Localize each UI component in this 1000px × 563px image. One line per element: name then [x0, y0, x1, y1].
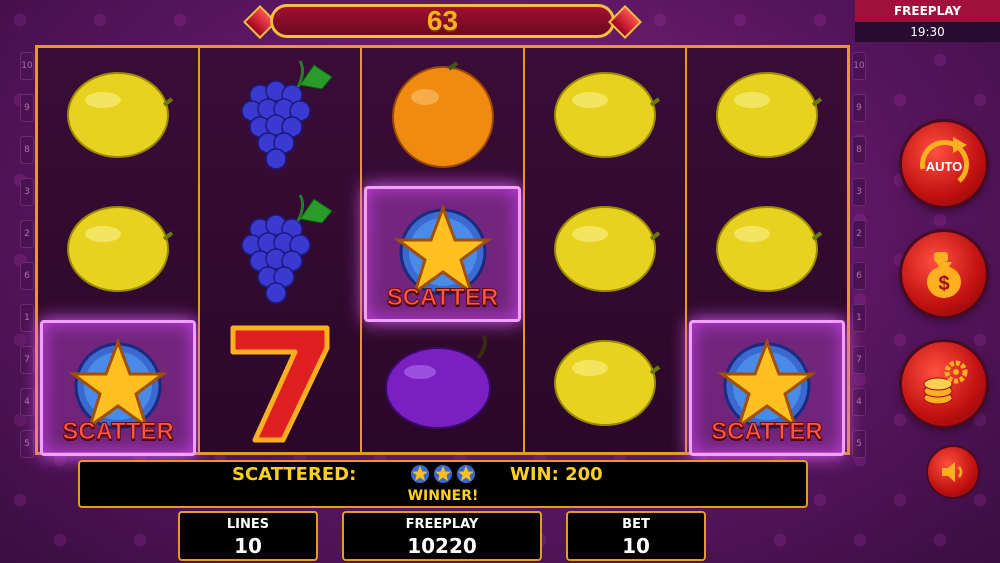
scatter-symbol: SCATTER — [687, 318, 847, 456]
lines-box[interactable]: LINES 10 — [178, 511, 318, 561]
grapes-icon — [210, 55, 350, 179]
settings-button[interactable] — [902, 342, 986, 426]
line-marker: 2 — [852, 220, 866, 248]
orange-icon — [383, 55, 503, 179]
top-counter: 63 — [240, 2, 645, 42]
auto-spin-icon: AUTO — [920, 137, 970, 183]
auto-label: AUTO — [926, 159, 963, 174]
sound-button[interactable] — [928, 447, 978, 497]
freeplay-box: FREEPLAY 10220 — [342, 511, 542, 561]
scatter-mini-icon — [433, 465, 453, 488]
line-marker: 1 — [852, 304, 866, 332]
grapes-symbol — [200, 184, 360, 318]
plum-icon — [378, 328, 508, 442]
scatter-stars — [410, 464, 479, 488]
svg-text:$: $ — [938, 273, 949, 295]
line-marker: 1 — [20, 304, 34, 332]
scatter-mini-icon — [410, 465, 430, 488]
lemon-icon — [545, 60, 665, 174]
line-marker: 10 — [20, 52, 34, 80]
counter-bar: 63 — [270, 4, 615, 38]
coins-gear-icon — [923, 360, 968, 405]
scatter-label: SCATTER — [386, 284, 499, 312]
line-marker: 5 — [852, 430, 866, 458]
lemon-symbol — [525, 50, 685, 184]
grapes-symbol — [200, 50, 360, 184]
scatter-mini-icon — [456, 465, 476, 488]
lemon-symbol — [687, 184, 847, 318]
win-label: WIN: 200 — [510, 464, 603, 485]
reel: SCATTER — [38, 48, 201, 456]
freeplay-panel-time: 19:30 — [910, 25, 945, 39]
seven-icon — [215, 318, 345, 452]
lines-label: LINES — [226, 517, 270, 532]
lemon-icon — [545, 194, 665, 308]
scattered-label: SCATTERED: — [232, 464, 357, 485]
lemon-symbol — [38, 50, 198, 184]
collect-button[interactable]: $ — [902, 232, 986, 316]
lemon-icon — [545, 328, 665, 442]
line-markers-right: 10 9 8 3 2 6 1 7 4 5 — [852, 52, 866, 472]
line-marker: 3 — [20, 178, 34, 206]
line-marker: 10 — [852, 52, 866, 80]
bet-value: 10 — [622, 534, 650, 558]
bet-box[interactable]: BET 10 — [566, 511, 706, 561]
line-marker: 8 — [852, 136, 866, 164]
bet-label: BET — [622, 517, 650, 532]
lemon-symbol — [38, 184, 198, 318]
lemon-icon — [707, 60, 827, 174]
lemon-symbol — [687, 50, 847, 184]
line-markers-left: 10 9 8 3 2 6 1 7 4 5 — [20, 52, 34, 472]
reel — [524, 48, 687, 452]
line-marker: 6 — [20, 262, 34, 290]
seven-symbol — [200, 318, 360, 452]
lemon-symbol — [525, 318, 685, 452]
line-marker: 4 — [20, 388, 34, 416]
reels-area: SCATTER SCATTER SCATTER — [35, 45, 850, 456]
line-marker: 2 — [20, 220, 34, 248]
freeplay-label: FREEPLAY — [405, 517, 479, 532]
scatter-label: SCATTER — [711, 418, 824, 446]
lemon-icon — [707, 194, 827, 308]
lemon-icon — [58, 194, 178, 308]
line-marker: 7 — [20, 346, 34, 374]
line-marker: 4 — [852, 388, 866, 416]
line-marker: 9 — [20, 94, 34, 122]
scatter-label: SCATTER — [62, 418, 175, 446]
lemon-symbol — [525, 184, 685, 318]
auto-button[interactable]: AUTO — [902, 122, 986, 206]
money-bag-icon: $ — [927, 252, 961, 298]
freeplay-panel: FREEPLAY 19:30 — [855, 0, 1000, 42]
scatter-symbol: SCATTER — [362, 184, 522, 322]
plum-symbol — [362, 318, 522, 452]
speaker-icon — [942, 462, 963, 482]
diamond-right-icon — [608, 5, 642, 39]
freeplay-panel-title: FREEPLAY — [855, 0, 1000, 22]
grapes-icon — [210, 189, 350, 313]
line-marker: 6 — [852, 262, 866, 290]
freeplay-value: 10220 — [407, 534, 477, 558]
scatter-symbol: SCATTER — [38, 318, 198, 456]
line-marker: 9 — [852, 94, 866, 122]
win-info-bar: SCATTERED: WIN: 200 WINNER! — [78, 460, 808, 508]
line-marker: 8 — [20, 136, 34, 164]
reel: SCATTER — [362, 48, 525, 452]
orange-symbol — [362, 50, 522, 184]
winner-label: WINNER! — [407, 488, 479, 504]
counter-value: 63 — [426, 5, 459, 36]
lemon-icon — [58, 60, 178, 174]
lines-value: 10 — [234, 534, 262, 558]
line-marker: 5 — [20, 430, 34, 458]
reel: SCATTER — [686, 48, 848, 456]
line-marker: 7 — [852, 346, 866, 374]
reel — [200, 48, 363, 452]
line-marker: 3 — [852, 178, 866, 206]
